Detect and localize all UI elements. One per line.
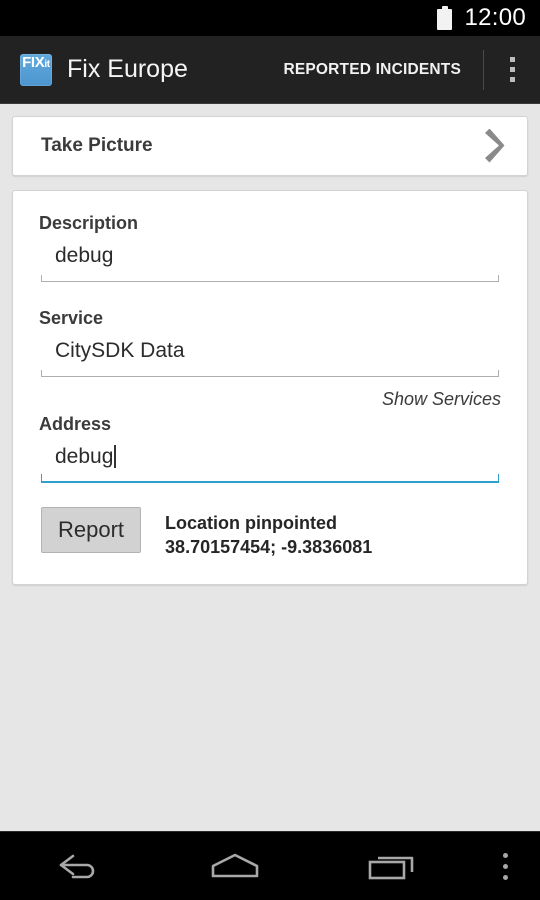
phone-screen: 12:00 FIX it Fix Europe REPORTED INCIDENT… — [0, 0, 540, 900]
recent-apps-icon — [368, 856, 413, 880]
incident-form-card: Description debug Service CitySDK Data S… — [12, 190, 528, 585]
action-bar: FIX it Fix Europe REPORTED INCIDENTS — [0, 36, 540, 104]
status-bar: 12:00 — [0, 0, 540, 36]
address-underline-focused — [41, 474, 499, 483]
description-underline — [41, 275, 499, 282]
android-nav-bar — [0, 831, 540, 900]
nav-recents-button[interactable] — [313, 832, 470, 900]
show-services-link[interactable]: Show Services — [382, 389, 501, 410]
service-input[interactable]: CitySDK Data — [41, 335, 499, 370]
nav-overflow-menu-icon[interactable] — [470, 832, 540, 900]
action-bar-overflow-menu-icon[interactable] — [484, 36, 540, 103]
service-field[interactable]: CitySDK Data — [37, 335, 503, 377]
address-label: Address — [39, 414, 112, 434]
description-label: Description — [39, 213, 139, 233]
fixit-logo-icon[interactable]: FIX it — [20, 53, 52, 86]
location-block: Location pinpointed 38.70157454; -9.3836… — [165, 507, 372, 560]
nav-back-button[interactable] — [0, 832, 157, 900]
report-button[interactable]: Report — [41, 507, 142, 554]
battery-full-icon — [437, 6, 453, 30]
description-input[interactable]: debug — [41, 240, 499, 275]
action-reported-incidents[interactable]: REPORTED INCIDENTS — [261, 36, 483, 103]
app-title: Fix Europe — [67, 55, 188, 83]
location-status: Location pinpointed — [165, 513, 338, 533]
back-arrow-icon — [60, 854, 95, 879]
nav-home-button[interactable] — [157, 832, 314, 900]
status-bar-clock: 12:00 — [464, 4, 526, 31]
scroll-content: Take Picture Description debug Service C… — [0, 104, 540, 831]
show-services-row: Show Services — [37, 389, 501, 410]
chevron-right-icon — [485, 129, 505, 163]
text-caret — [114, 445, 116, 468]
description-field[interactable]: debug — [37, 240, 503, 282]
app-icon-text-it: it — [44, 58, 50, 70]
address-input[interactable]: debug — [55, 445, 113, 468]
service-label: Service — [39, 308, 104, 328]
take-picture-label: Take Picture — [41, 135, 153, 156]
location-coordinates: 38.70157454; -9.3836081 — [165, 537, 373, 558]
address-field[interactable]: debug — [37, 441, 503, 483]
home-icon — [211, 853, 259, 878]
take-picture-card[interactable]: Take Picture — [12, 116, 528, 176]
service-underline — [41, 370, 499, 377]
address-input-wrap[interactable]: debug — [41, 441, 499, 476]
report-row: Report Location pinpointed 38.70157454; … — [37, 507, 503, 560]
field-spacer — [37, 286, 503, 308]
app-icon-text-fix: FIX — [22, 53, 45, 71]
